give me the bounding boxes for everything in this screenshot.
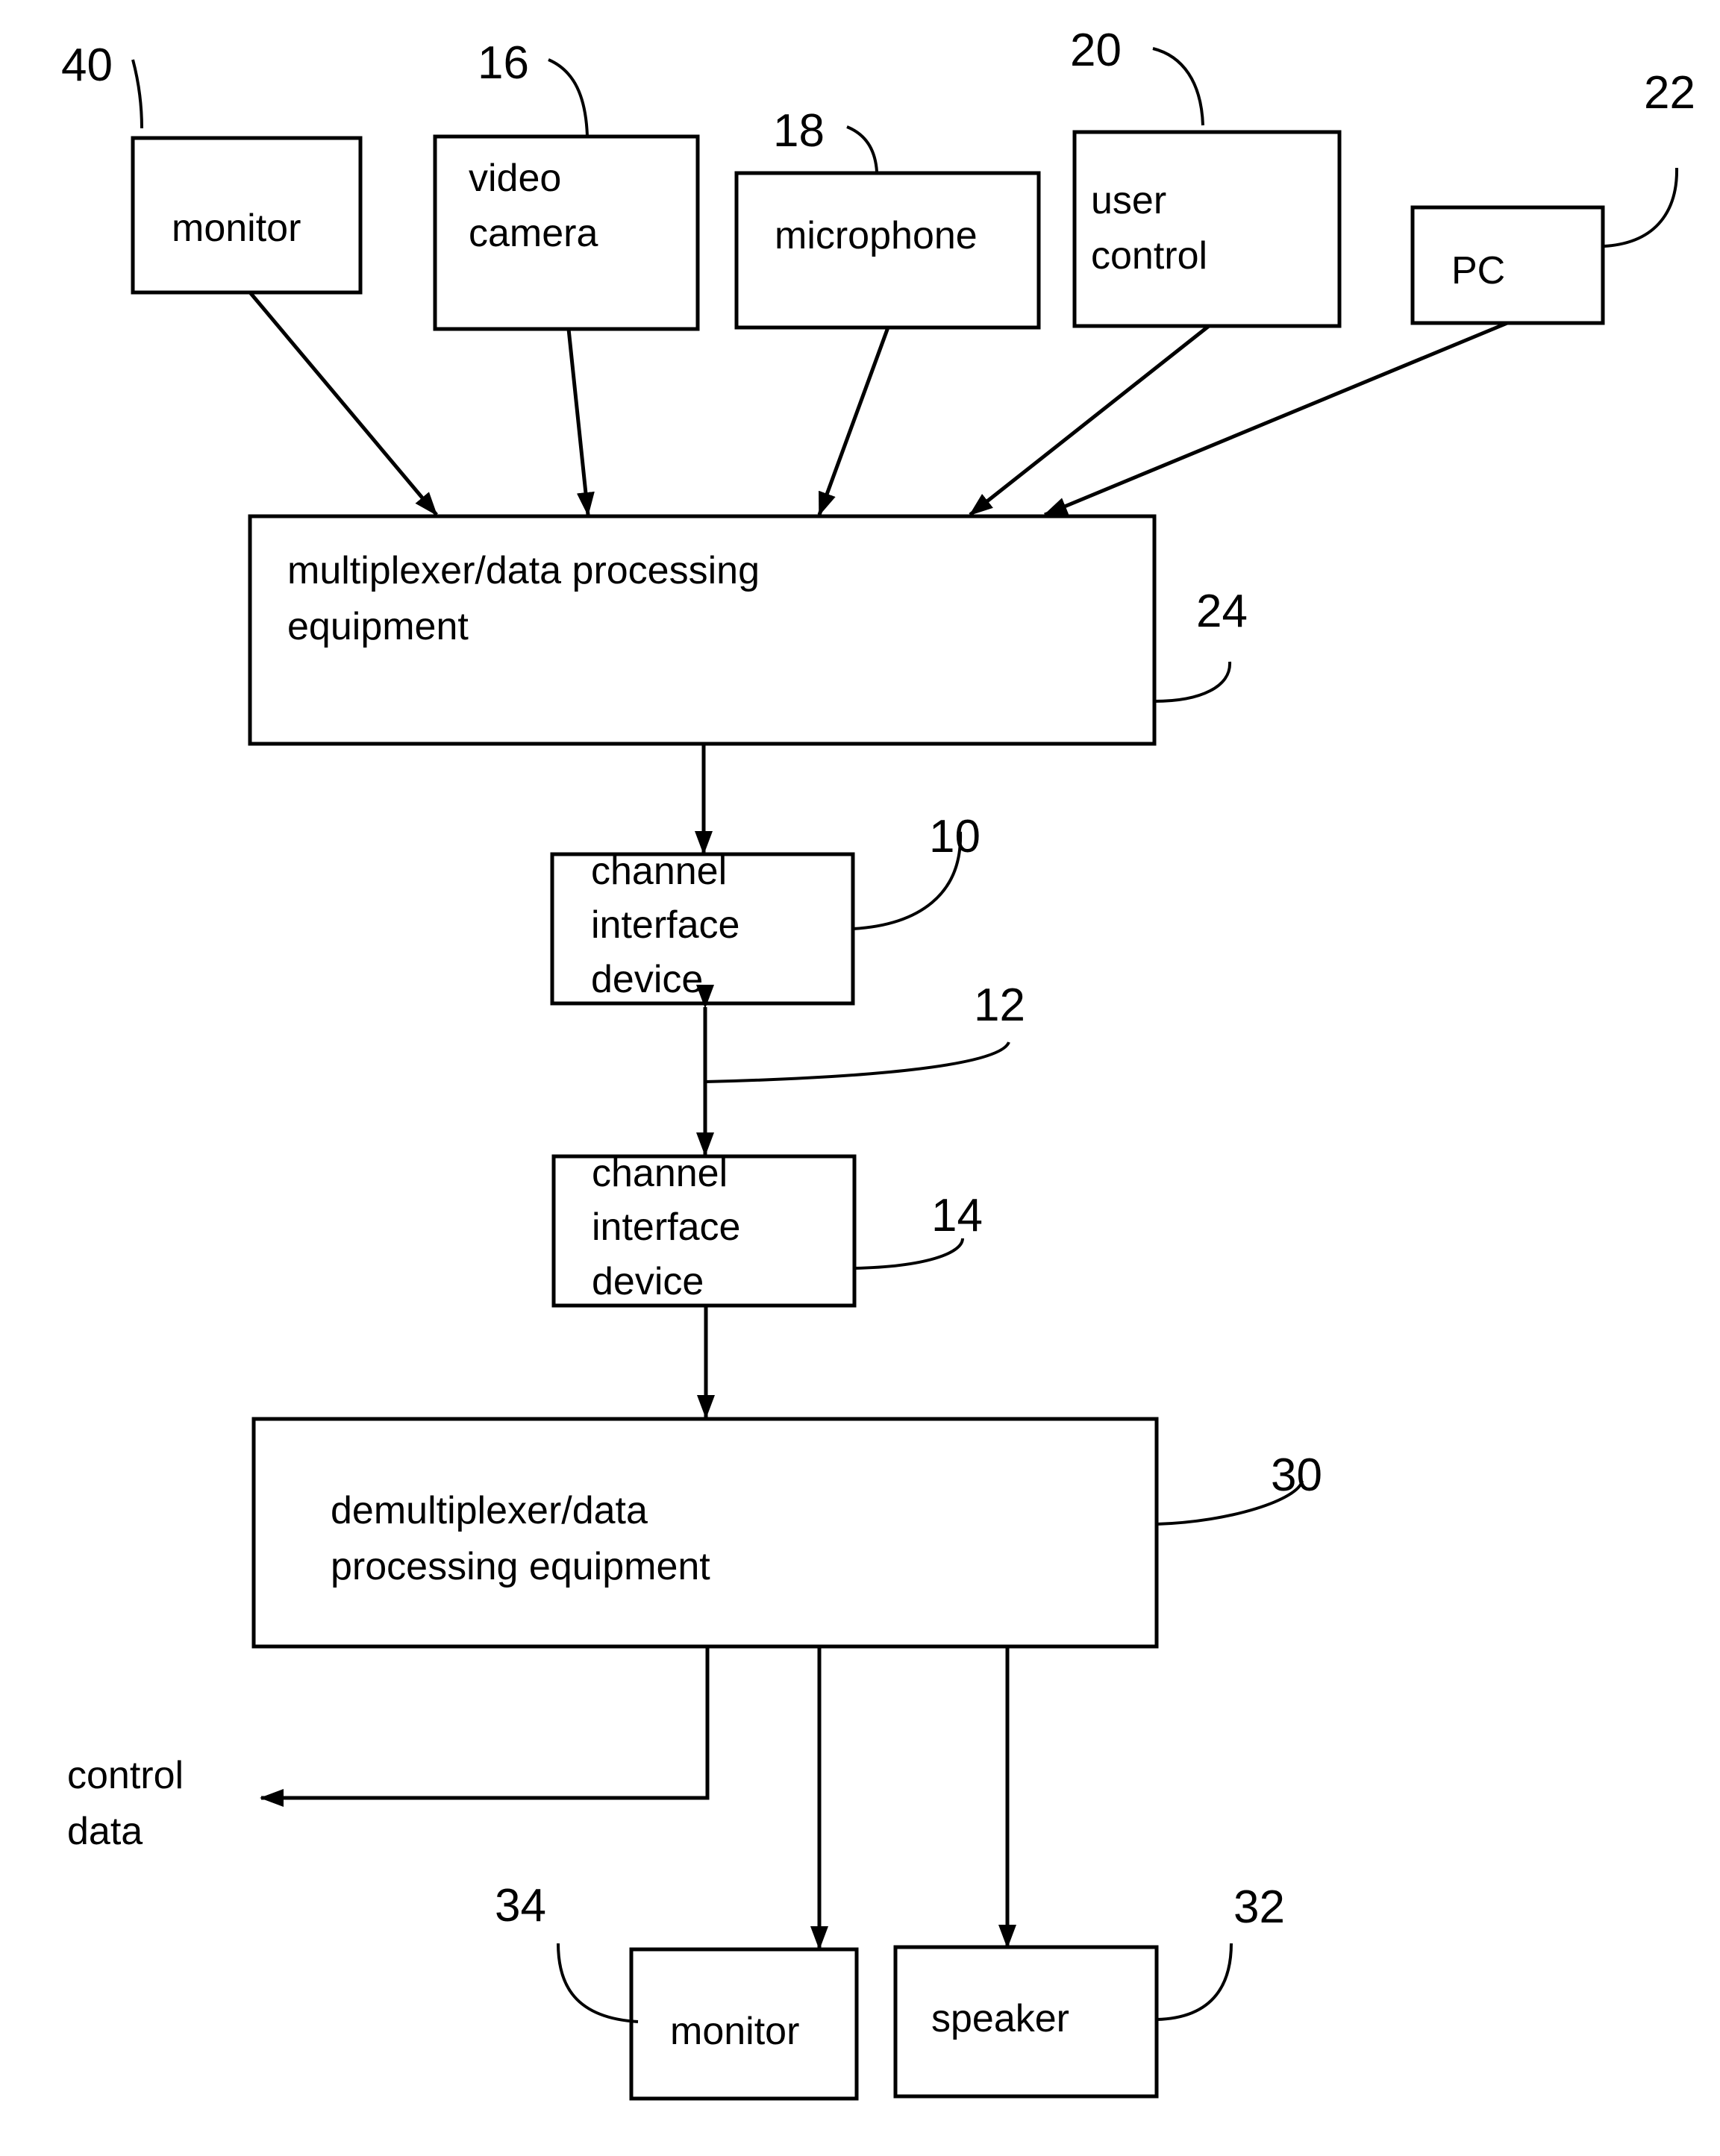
block-user-control: user control 20: [1070, 25, 1342, 328]
block-monitor-output: monitor 34: [495, 1880, 859, 2101]
ref-20: 20: [1070, 25, 1122, 76]
block-pc: PC 22: [1410, 67, 1695, 325]
arrow-usercontrol-to-multiplexer: [969, 325, 1210, 516]
leader-40: [131, 59, 143, 129]
leader-22: [1604, 167, 1679, 248]
ref-34: 34: [495, 1880, 546, 1931]
multiplexer-label-line1: multiplexer/data processing: [287, 549, 760, 592]
demultiplexer-box: [251, 1417, 1159, 1649]
speaker-label: speaker: [931, 1997, 1069, 2040]
channel-interface-2-label-line1: channel: [592, 1152, 728, 1195]
video-camera-label-line1: video: [469, 157, 561, 200]
leader-16: [548, 58, 589, 137]
arrow-microphone-to-multiplexer: [817, 327, 890, 516]
ref-40: 40: [61, 40, 113, 91]
leader-12: [704, 1041, 1010, 1083]
control-data-label-line2: data: [67, 1810, 143, 1853]
ref-16: 16: [478, 37, 529, 89]
channel-interface-1-label-line3: device: [591, 958, 703, 1001]
control-data-label-line1: control: [67, 1754, 184, 1797]
block-channel-interface-1: channel interface device 10: [550, 811, 981, 1006]
monitor-input-label: monitor: [172, 207, 301, 250]
channel-link: 12: [696, 980, 1025, 1156]
leader-18: [846, 125, 878, 172]
arrow-monitor-to-multiplexer: [248, 291, 438, 516]
arrow-pc-to-multiplexer: [1043, 321, 1508, 517]
arrow-camera-to-multiplexer: [566, 328, 595, 516]
block-speaker: speaker 32: [893, 1881, 1285, 2099]
ref-22: 22: [1644, 67, 1695, 119]
user-control-label-line2: control: [1091, 234, 1207, 278]
block-diagram: monitor 40 video camera 16 microphone 18…: [61, 25, 1695, 2101]
microphone-label: microphone: [775, 214, 978, 257]
video-camera-label-line2: camera: [469, 212, 598, 255]
ref-32: 32: [1233, 1881, 1285, 1933]
leader-14: [854, 1238, 964, 1270]
control-data-output: control data: [67, 1754, 184, 1853]
channel-interface-1-label-line2: interface: [591, 903, 739, 947]
pc-box: [1410, 205, 1605, 325]
leader-34: [557, 1943, 639, 2023]
channel-interface-2-label-line2: interface: [592, 1206, 740, 1249]
ref-10: 10: [929, 811, 981, 862]
monitor-output-label: monitor: [670, 2010, 799, 2053]
block-video-camera: video camera 16: [433, 37, 700, 331]
leader-20: [1152, 47, 1204, 126]
ref-14: 14: [931, 1190, 983, 1241]
block-channel-interface-2: channel interface device 14: [551, 1152, 983, 1308]
multiplexer-label-line2: equipment: [287, 605, 469, 648]
ref-24: 24: [1196, 586, 1248, 637]
ref-12: 12: [974, 980, 1025, 1031]
leader-32: [1156, 1943, 1233, 2021]
block-demultiplexer: demultiplexer/data processing equipment …: [251, 1417, 1322, 1649]
pc-label: PC: [1451, 249, 1505, 292]
channel-interface-1-label-line1: channel: [591, 850, 727, 893]
leader-24: [1154, 661, 1232, 703]
block-multiplexer: multiplexer/data processing equipment 24: [248, 514, 1248, 746]
arrow-demultiplexer-to-control-data: [260, 1646, 710, 1807]
block-monitor-input: monitor 40: [61, 40, 363, 295]
ref-18: 18: [773, 105, 825, 157]
user-control-label-line1: user: [1091, 179, 1166, 222]
demultiplexer-label-line1: demultiplexer/data: [331, 1489, 648, 1532]
demultiplexer-label-line2: processing equipment: [331, 1545, 710, 1588]
user-control-box: [1072, 130, 1342, 328]
channel-interface-2-label-line3: device: [592, 1260, 704, 1303]
block-microphone: microphone 18: [734, 105, 1041, 330]
ref-30: 30: [1271, 1450, 1322, 1501]
